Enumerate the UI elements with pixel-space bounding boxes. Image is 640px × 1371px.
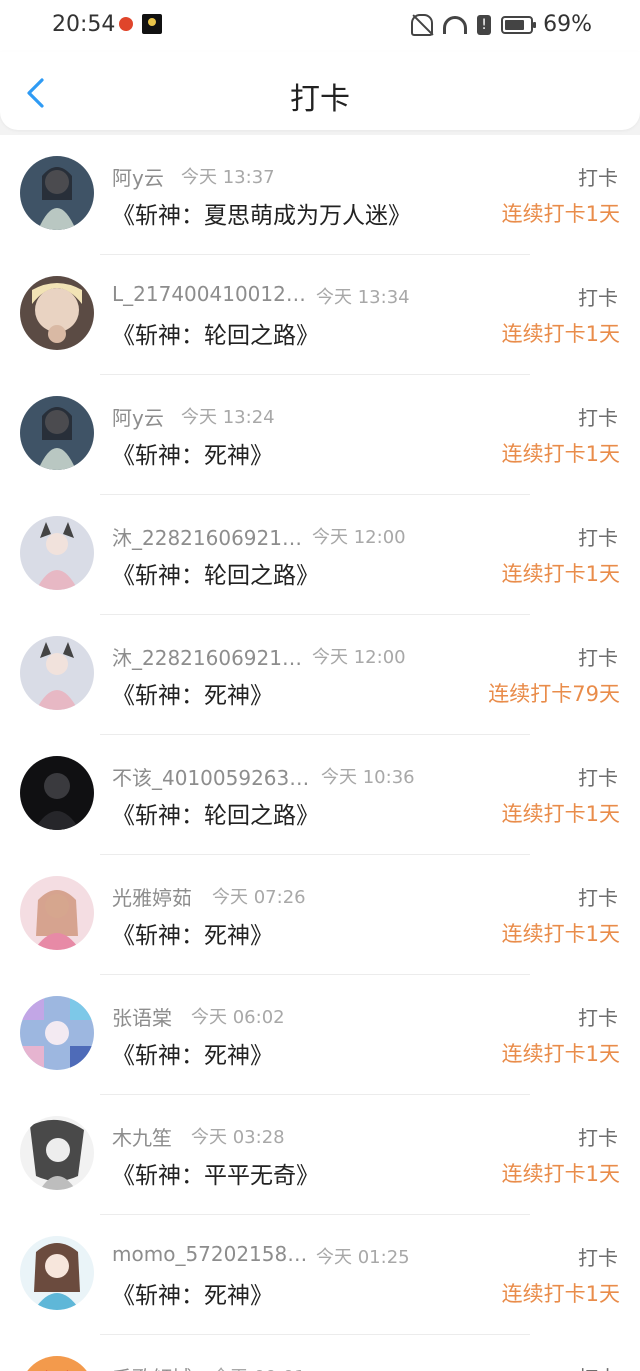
checkin-time: 今天 06:02 [191,1007,285,1028]
streak-label: 连续打卡1天 [501,562,620,586]
list-item[interactable]: 阿y云 今天 13:24 《斩神：死神》 打卡 连续打卡1天 [0,375,640,495]
user-name[interactable]: 阿y云 [112,402,164,431]
checkin-list: 阿y云 今天 13:37 《斩神：夏思萌成为万人迷》 打卡 连续打卡1天 L_2… [0,135,640,1371]
streak-label: 连续打卡1天 [501,1282,620,1306]
streak-label: 连续打卡1天 [501,1042,620,1066]
wifi-icon [443,15,468,34]
book-title[interactable]: 《斩神：轮回之路》 [112,796,319,830]
avatar[interactable] [20,996,94,1070]
user-name[interactable]: L_217400410012… [112,282,306,306]
checkin-label: 打卡 [578,1246,618,1270]
book-title[interactable]: 《斩神：死神》 [112,1036,273,1070]
alert-icon: ! [477,14,492,35]
avatar[interactable] [20,636,94,710]
page-title: 打卡 [290,82,350,117]
user-name[interactable]: 沐_22821606921… [112,642,302,671]
checkin-label: 打卡 [578,886,618,910]
user-name[interactable]: 张语棠 [112,1002,172,1031]
checkin-label: 打卡 [578,406,618,430]
checkin-time: 今天 01:25 [316,1247,410,1268]
checkin-label: 打卡 [578,1126,618,1150]
checkin-time: 今天 12:00 [312,527,406,548]
avatar[interactable] [20,396,94,470]
list-item[interactable]: 阿y云 今天 13:37 《斩神：夏思萌成为万人迷》 打卡 连续打卡1天 [0,135,640,255]
book-title[interactable]: 《斩神：平平无奇》 [112,1156,319,1190]
streak-label: 连续打卡1天 [501,802,620,826]
list-item[interactable]: 张语棠 今天 06:02 《斩神：死神》 打卡 连续打卡1天 [0,975,640,1095]
list-item[interactable]: L_217400410012… 今天 13:34 《斩神：轮回之路》 打卡 连续… [0,255,640,375]
book-title[interactable]: 《斩神：夏思萌成为万人迷》 [112,196,411,230]
app-header: 打卡 [0,52,640,130]
checkin-label: 打卡 [578,646,618,670]
avatar[interactable] [20,756,94,830]
list-item[interactable]: 千歌倾城 今天 00:01 打卡 [0,1335,640,1371]
book-title[interactable]: 《斩神：死神》 [112,916,273,950]
status-right: ! 69% [411,12,592,37]
checkin-time: 今天 12:00 [312,647,406,668]
book-title[interactable]: 《斩神：轮回之路》 [112,316,319,350]
list-item[interactable]: 沐_22821606921… 今天 12:00 《斩神：死神》 打卡 连续打卡7… [0,615,640,735]
avatar[interactable] [20,1116,94,1190]
avatar[interactable] [20,516,94,590]
checkin-time: 今天 03:28 [191,1127,285,1148]
checkin-label: 打卡 [578,166,618,190]
media-app-icon [142,14,162,34]
user-name[interactable]: 沐_22821606921… [112,522,302,551]
checkin-label: 打卡 [578,1006,618,1030]
checkin-label: 打卡 [578,766,618,790]
user-name[interactable]: 光雅婷茹 [112,882,192,911]
avatar[interactable] [20,1356,94,1371]
checkin-time: 今天 13:37 [181,167,275,188]
list-item[interactable]: momo_57202158… 今天 01:25 《斩神：死神》 打卡 连续打卡1… [0,1215,640,1335]
status-time: 20:54 [52,12,116,37]
streak-label: 连续打卡1天 [501,202,620,226]
avatar[interactable] [20,876,94,950]
notification-app-icon [119,17,133,31]
book-title[interactable]: 《斩神：死神》 [112,676,273,710]
checkin-label: 打卡 [578,526,618,550]
battery-percent: 69% [543,12,592,37]
avatar[interactable] [20,1236,94,1310]
list-item[interactable]: 光雅婷茹 今天 07:26 《斩神：死神》 打卡 连续打卡1天 [0,855,640,975]
avatar[interactable] [20,156,94,230]
list-item[interactable]: 不该_4010059263… 今天 10:36 《斩神：轮回之路》 打卡 连续打… [0,735,640,855]
streak-label: 连续打卡1天 [501,322,620,346]
streak-label: 连续打卡1天 [501,922,620,946]
user-name[interactable]: 不该_4010059263… [112,762,309,791]
book-title[interactable]: 《斩神：死神》 [112,1276,273,1310]
user-name[interactable]: momo_57202158… [112,1242,307,1266]
streak-label: 连续打卡1天 [501,442,620,466]
book-title[interactable]: 《斩神：死神》 [112,436,273,470]
user-name[interactable]: 木九笙 [112,1122,172,1151]
checkin-time: 今天 07:26 [212,887,306,908]
status-bar: 20:54 ! 69% [0,0,640,52]
checkin-time: 今天 10:36 [321,767,415,788]
checkin-label: 打卡 [578,286,618,310]
mute-icon [411,13,434,36]
checkin-time: 今天 13:34 [316,287,410,308]
checkin-time: 今天 13:24 [181,407,275,428]
list-item[interactable]: 沐_22821606921… 今天 12:00 《斩神：轮回之路》 打卡 连续打… [0,495,640,615]
streak-label: 连续打卡1天 [501,1162,620,1186]
user-name[interactable]: 阿y云 [112,162,164,191]
streak-label: 连续打卡79天 [488,682,620,706]
book-title[interactable]: 《斩神：轮回之路》 [112,556,319,590]
list-item[interactable]: 木九笙 今天 03:28 《斩神：平平无奇》 打卡 连续打卡1天 [0,1095,640,1215]
avatar[interactable] [20,276,94,350]
battery-icon [501,15,537,34]
